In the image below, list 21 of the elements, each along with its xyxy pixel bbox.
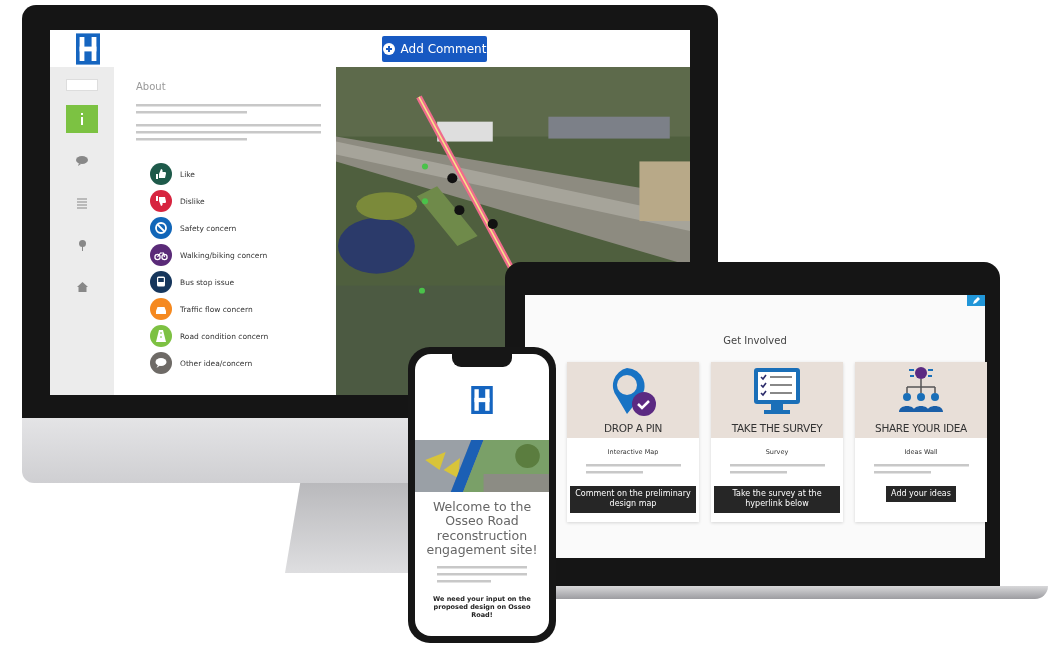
- card-button[interactable]: Add your ideas: [886, 486, 956, 503]
- card-banner-title: SHARE YOUR IDEA: [875, 422, 967, 434]
- add-comment-button[interactable]: Add Comment: [382, 35, 487, 62]
- plus-icon: [382, 42, 395, 55]
- pencil-icon: [972, 296, 980, 305]
- pin-icon: [78, 239, 86, 251]
- list-icon: [77, 197, 87, 209]
- speech-bubble-icon: [76, 156, 88, 166]
- phone-notch: [452, 353, 512, 367]
- logo-icon: [471, 386, 493, 414]
- card-button[interactable]: Take the survey at the hyperlink below: [714, 486, 840, 513]
- welcome-heading: Welcome to the Osseo Road reconstruction engagement site!: [425, 500, 539, 558]
- sidebar-item[interactable]: [66, 105, 98, 133]
- card-banner-title: DROP A PIN: [603, 422, 663, 434]
- panel-title: About: [136, 81, 167, 92]
- card-button[interactable]: Comment on the preliminary design map: [570, 486, 696, 513]
- card-banner-title: TAKE THE SURVEY: [731, 422, 823, 434]
- edit-button[interactable]: [967, 295, 985, 306]
- section-title: Get Involved: [723, 335, 787, 346]
- home-icon: [76, 282, 88, 292]
- info-icon: [79, 113, 85, 125]
